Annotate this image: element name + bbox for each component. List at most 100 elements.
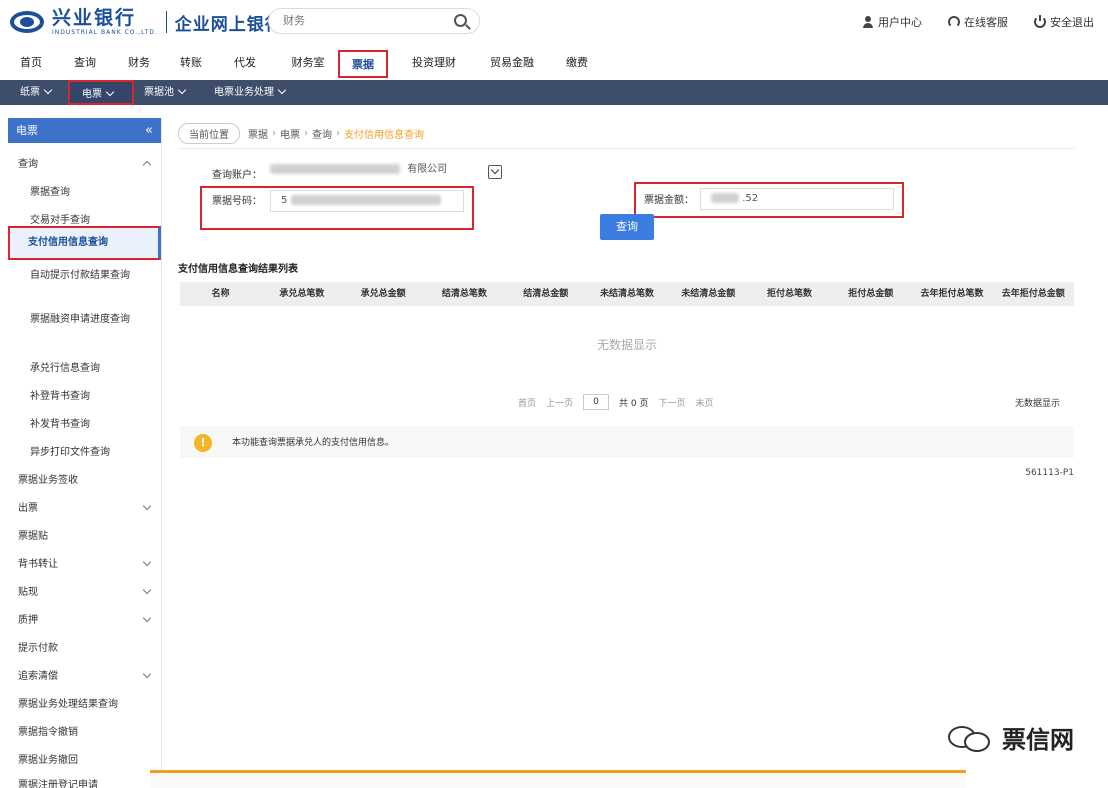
service-icon bbox=[948, 16, 960, 28]
column-header: 承兑总笔数 bbox=[279, 289, 325, 299]
chevron-down-icon bbox=[142, 669, 152, 679]
chevron-down-icon bbox=[177, 85, 187, 95]
nav-payment[interactable]: 缴费 bbox=[560, 50, 594, 78]
chevron-down-icon[interactable] bbox=[488, 165, 502, 179]
subnav-e-bill[interactable]: 电票 bbox=[68, 80, 134, 105]
top-links: 用户中心 在线客服 安全退出 bbox=[862, 14, 1094, 30]
nav-query[interactable]: 查询 bbox=[68, 50, 102, 78]
pager-first[interactable]: 首页 bbox=[518, 396, 536, 409]
column-header: 拒付总金额 bbox=[848, 289, 894, 299]
sidebar-group[interactable]: 票据业务撤回 bbox=[8, 751, 161, 766]
sidebar-item-payment-credit-query[interactable]: 支付信用信息查询 bbox=[8, 226, 161, 260]
sidebar-group[interactable]: 提示付款 bbox=[8, 639, 161, 654]
sidebar-group-query[interactable]: 查询 bbox=[8, 155, 161, 170]
sidebar-item[interactable]: 交易对手查询 bbox=[8, 211, 161, 226]
sidebar-header: 电票 « bbox=[8, 118, 161, 143]
wechat-icon bbox=[948, 722, 994, 754]
sidebar-item[interactable]: 补发背书查询 bbox=[8, 415, 161, 430]
column-header: 未结清总笔数 bbox=[599, 289, 654, 299]
main-nav: 首页 查询 财务 转账 代发 财务室 票据 投资理财 贸易金融 缴费 bbox=[0, 50, 1108, 80]
sidebar-item[interactable]: 票据融资申请进度查询 bbox=[8, 312, 148, 328]
nav-investment[interactable]: 投资理财 bbox=[404, 50, 464, 78]
bottom-bar bbox=[150, 770, 966, 788]
collapse-icon[interactable]: « bbox=[145, 118, 153, 143]
column-header: 结清总笔数 bbox=[441, 289, 487, 299]
column-header: 未结清总金额 bbox=[681, 289, 736, 299]
sidebar-item[interactable]: 承兑行信息查询 bbox=[8, 359, 161, 374]
nav-transfer[interactable]: 转账 bbox=[174, 50, 208, 78]
column-header: 名称 bbox=[211, 289, 230, 299]
sidebar-group[interactable]: 票据注册登记申请 bbox=[8, 776, 161, 788]
sidebar-item[interactable]: 票据查询 bbox=[8, 183, 161, 198]
sidebar-group[interactable]: 出票 bbox=[8, 499, 161, 514]
subnav-paper-bill[interactable]: 纸票 bbox=[20, 80, 53, 105]
chevron-down-icon bbox=[142, 501, 152, 511]
pager-prev[interactable]: 上一页 bbox=[546, 396, 573, 409]
column-header: 拒付总笔数 bbox=[766, 289, 812, 299]
sidebar-group[interactable]: 背书转让 bbox=[8, 555, 161, 570]
bank-name: 兴业银行 bbox=[52, 6, 137, 29]
search-box[interactable] bbox=[268, 8, 480, 34]
pager-status: 无数据显示 bbox=[1014, 399, 1060, 409]
sidebar: 电票 « 查询 票据查询 交易对手查询 支付信用信息查询 自动提示付款结果查询 … bbox=[8, 118, 162, 788]
sidebar-item[interactable]: 补登背书查询 bbox=[8, 387, 161, 402]
pager-page-input[interactable]: 0 bbox=[583, 394, 610, 410]
query-button[interactable]: 查询 bbox=[600, 214, 654, 240]
site-name: 企业网上银行 bbox=[174, 14, 283, 35]
sidebar-group[interactable]: 票据业务处理结果查询 bbox=[8, 695, 161, 710]
bill-amount-label: 票据金额： bbox=[644, 195, 694, 206]
sidebar-group[interactable]: 票据贴 bbox=[8, 527, 161, 542]
sidebar-item[interactable]: 异步打印文件查询 bbox=[8, 443, 161, 458]
user-center-link[interactable]: 用户中心 bbox=[862, 14, 922, 30]
search-icon[interactable] bbox=[454, 14, 467, 27]
power-icon bbox=[1034, 15, 1046, 28]
bill-number-field[interactable]: 5 bbox=[270, 190, 464, 212]
nav-finance-office[interactable]: 财务室 bbox=[284, 50, 332, 78]
tip-text: 本功能查询票据承兑人的支付信用信息。 bbox=[232, 438, 395, 448]
bank-logo[interactable]: 兴业银行 INDUSTRIAL BANK CO.,LTD. 企业网上银行 bbox=[8, 8, 283, 36]
subnav-bill-pool[interactable]: 票据池 bbox=[144, 80, 187, 105]
breadcrumb-item[interactable]: 票据 bbox=[248, 126, 268, 141]
breadcrumb-item[interactable]: 电票 bbox=[280, 126, 300, 141]
column-header: 去年拒付总金额 bbox=[1001, 289, 1065, 299]
breadcrumb: 当前位置 票据 › 电票 › 查询 › 支付信用信息查询 bbox=[178, 122, 424, 144]
online-service-link[interactable]: 在线客服 bbox=[948, 14, 1008, 30]
chevron-down-icon bbox=[105, 87, 115, 97]
sidebar-group[interactable]: 票据指令撤销 bbox=[8, 723, 161, 738]
page-code: 561113-P1 bbox=[1025, 468, 1074, 478]
account-select[interactable]: 有限公司 bbox=[270, 160, 484, 182]
breadcrumb-item[interactable]: 查询 bbox=[312, 126, 332, 141]
column-header: 去年拒付总笔数 bbox=[920, 289, 984, 299]
chevron-down-icon bbox=[142, 557, 152, 567]
sub-nav: 纸票 电票 票据池 电票业务处理 bbox=[0, 80, 1108, 105]
sidebar-group[interactable]: 质押 bbox=[8, 611, 161, 626]
pager-last[interactable]: 末页 bbox=[696, 396, 714, 409]
nav-finance[interactable]: 财务 bbox=[122, 50, 156, 78]
account-label: 查询账户： bbox=[212, 170, 262, 181]
bank-logo-icon bbox=[8, 8, 46, 36]
sidebar-item[interactable]: 自动提示付款结果查询 bbox=[8, 268, 148, 284]
bank-name-en: INDUSTRIAL BANK CO.,LTD. bbox=[52, 28, 158, 36]
main-content: 当前位置 票据 › 电票 › 查询 › 支付信用信息查询 查询账户： 有限公司 … bbox=[178, 118, 1076, 518]
sidebar-group[interactable]: 票据业务签收 bbox=[8, 471, 161, 486]
sidebar-group[interactable]: 追索清偿 bbox=[8, 667, 161, 682]
logout-link[interactable]: 安全退出 bbox=[1034, 14, 1094, 30]
column-header: 结清总金额 bbox=[523, 289, 569, 299]
nav-trade-finance[interactable]: 贸易金融 bbox=[482, 50, 542, 78]
chevron-down-icon bbox=[142, 613, 152, 623]
table-header: 名称 承兑总笔数 承兑总金额 结清总笔数 结清总金额 未结清总笔数 未结清总金额… bbox=[180, 282, 1074, 306]
nav-payroll[interactable]: 代发 bbox=[228, 50, 262, 78]
bill-amount-field[interactable]: .52 bbox=[700, 188, 894, 210]
pager-total: 共 0 页 bbox=[619, 398, 649, 409]
nav-bills[interactable]: 票据 bbox=[338, 50, 388, 78]
chevron-down-icon bbox=[277, 85, 287, 95]
chevron-down-icon bbox=[142, 585, 152, 595]
sidebar-group[interactable]: 贴现 bbox=[8, 583, 161, 598]
info-icon: ! bbox=[194, 434, 212, 452]
nav-home[interactable]: 首页 bbox=[14, 50, 48, 78]
search-input[interactable] bbox=[283, 14, 443, 27]
pagination: 首页 上一页 0 共 0 页 下一页 末页 bbox=[518, 394, 714, 410]
subnav-e-bill-processing[interactable]: 电票业务处理 bbox=[214, 80, 287, 105]
pager-next[interactable]: 下一页 bbox=[658, 396, 685, 409]
chevron-down-icon bbox=[43, 85, 53, 95]
